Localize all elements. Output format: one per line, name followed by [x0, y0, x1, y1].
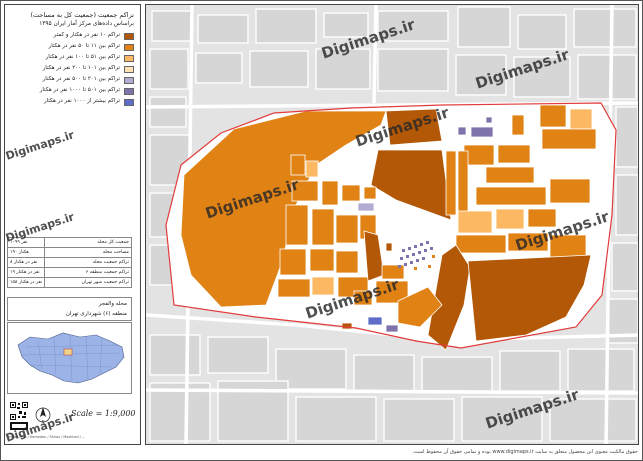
legend-item: تراکم بین ۲۰۱ تا ۵۰۰ نفر در هکتار: [12, 76, 134, 85]
neighborhood-marker: [63, 348, 73, 356]
qr-code-icon: [9, 401, 29, 431]
district-name: منطقه (۶) شهرداری تهران: [65, 311, 127, 317]
parcel: [311, 208, 335, 246]
parcel: [495, 208, 525, 230]
parcel: [457, 150, 469, 222]
legend-panel: تراکم جمعیت (جمعیت کل به مساحت) براساس د…: [4, 4, 141, 445]
parcel: [549, 178, 591, 204]
legend-label: تراکم بیشتر از ۱۰۰۰ نفر در هکتار: [43, 98, 120, 104]
parcel: [569, 108, 593, 130]
location-box: محله والفجر منطقه (۶) شهرداری تهران: [7, 297, 132, 321]
legend-swatch-6: [124, 99, 134, 106]
parcel: [549, 234, 587, 258]
table-row: ۱۵۸ نفر در هکتار تراکم جمعیت شهر تهران: [6, 277, 132, 288]
parcel: [485, 116, 493, 124]
credits-text: Tehran Map / Hamedan / Shiraz / Mashhad …: [7, 435, 86, 439]
parcel: [507, 232, 549, 252]
legend-swatch-2: [124, 55, 134, 62]
table-row: ۱۰۹۹ نفر جمعیت کل محله: [6, 237, 132, 248]
parcel: [335, 250, 359, 274]
legend-label: تراکم بین ۱۰۱ تا ۲۰۰ نفر در هکتار: [42, 65, 120, 71]
parcel: [455, 234, 507, 254]
svg-text:N: N: [42, 420, 45, 425]
parcel: [291, 180, 319, 202]
parcel: [341, 322, 353, 330]
parcel: [511, 114, 525, 136]
legend-item: تراکم بین ۱۱ تا ۵۰ نفر در هکتار: [12, 43, 134, 52]
map-area: Digimaps.ir Digimaps.ir Digimaps.ir Digi…: [145, 4, 639, 445]
parcel: [385, 324, 399, 333]
table-row: ۱۹ نفر در هکتار تراکم جمعیت منطقه ۶: [6, 267, 132, 278]
parcel: [305, 160, 319, 178]
stats-table: ۱۰۹۹ نفر جمعیت کل محله ۱۹۰ هکتار مساحت محل…: [6, 237, 132, 288]
legend-subtitle: براساس داده‌های مرکز آمار ایران ۱۳۹۵: [39, 21, 134, 27]
parcel: [353, 290, 373, 306]
parcel: [463, 144, 495, 166]
table-row: ۸ نفر در هکتار تراکم جمعیت محله: [6, 257, 132, 268]
parcel: [457, 210, 493, 234]
parcel: [311, 276, 335, 296]
legend-item: تراکم ۱۰ نفر در هکتار و کمتر: [12, 32, 134, 41]
legend-label: تراکم بین ۵۰۱ تا ۱۰۰۰ نفر در هکتار: [39, 87, 120, 93]
parcel: [363, 186, 377, 200]
parcel: [309, 248, 335, 272]
north-arrow-icon: N: [35, 407, 51, 425]
parcel: [321, 180, 339, 206]
parcel: [279, 248, 307, 276]
parcel: [457, 126, 467, 136]
map-scale: Scale = 1:9,000: [71, 409, 136, 418]
legend-swatch-5: [124, 88, 134, 95]
parcel: [475, 186, 547, 206]
legend-swatch-3: [124, 66, 134, 73]
parcel: [385, 242, 393, 252]
parcel: [285, 204, 309, 246]
table-row: ۱۹۰ هکتار مساحت محله: [6, 247, 132, 258]
copyright-note: حقوق مالکیت معنوی این محصول متعلق به سای…: [412, 449, 638, 455]
parcel: [357, 202, 375, 212]
parcel: [485, 166, 535, 184]
legend-swatch-0: [124, 33, 134, 40]
legend-label: تراکم بین ۲۰۱ تا ۵۰۰ نفر در هکتار: [42, 76, 120, 82]
legend-label: تراکم بین ۱۱ تا ۵۰ نفر در هکتار: [48, 43, 120, 49]
parcel: [335, 214, 359, 244]
legend-title: تراکم جمعیت (جمعیت کل به مساحت): [30, 11, 134, 19]
parcel: [385, 108, 443, 146]
legend-item: تراکم بین ۵۰۱ تا ۱۰۰۰ نفر در هکتار: [12, 87, 134, 96]
parcel: [367, 316, 383, 326]
parcel: [341, 184, 361, 202]
parcel: [527, 208, 557, 228]
parcel: [290, 154, 306, 176]
parcel: [277, 278, 311, 298]
map-svg: [146, 5, 638, 444]
parcel: [497, 144, 531, 164]
legend-label: تراکم ۱۰ نفر در هکتار و کمتر: [53, 32, 120, 38]
parcel: [541, 128, 597, 150]
legend-swatch-4: [124, 77, 134, 84]
locator-map-svg: [17, 332, 125, 384]
locator-mini-map: [7, 322, 132, 394]
legend-item: تراکم بین ۵۱ تا ۱۰۰ نفر در هکتار: [12, 54, 134, 63]
legend-item: تراکم بیشتر از ۱۰۰۰ نفر در هکتار: [12, 98, 134, 107]
legend-item: تراکم بین ۱۰۱ تا ۲۰۰ نفر در هکتار: [12, 65, 134, 74]
parcel: [445, 150, 457, 216]
legend-swatch-1: [124, 44, 134, 51]
neighborhood-name: محله والفجر: [98, 301, 127, 307]
parcel: [539, 104, 567, 128]
legend-label: تراکم بین ۵۱ تا ۱۰۰ نفر در هکتار: [45, 54, 120, 60]
parcel: [470, 126, 494, 138]
